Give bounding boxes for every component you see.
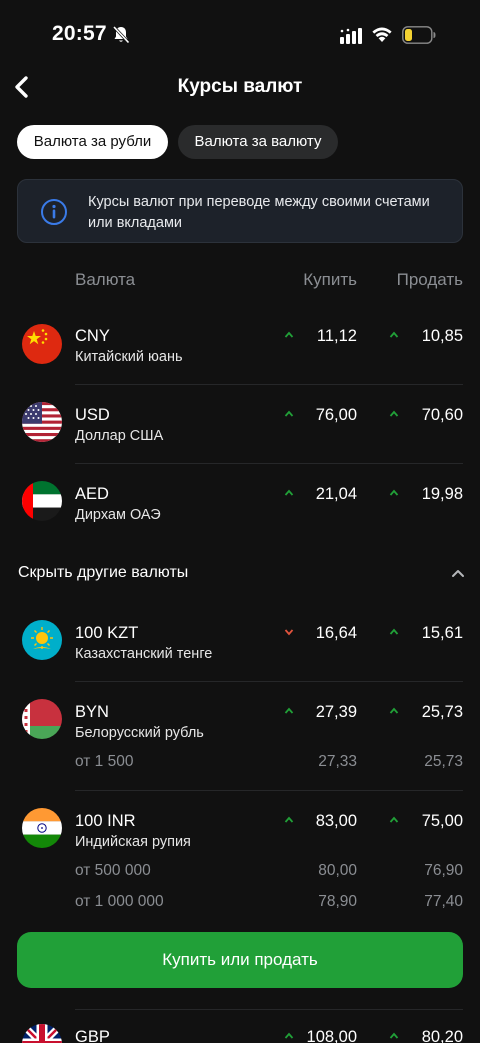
buy-rate: 27,39 [315, 703, 357, 721]
buy-rate: 21,04 [315, 485, 357, 503]
trend-up-icon [284, 331, 294, 338]
currency-name: Дирхам ОАЭ [75, 507, 161, 523]
sell-rate: 80,20 [421, 1028, 463, 1043]
currency-name: Китайский юань [75, 349, 183, 365]
column-header-buy: Купить [303, 270, 357, 289]
sell-rate: 19,98 [421, 485, 463, 503]
trend-up-icon [284, 1032, 294, 1039]
trend-up-icon [284, 489, 294, 496]
tab-currency-for-currency[interactable]: Валюта за валюту [178, 125, 338, 159]
info-icon [41, 199, 67, 225]
buy-rate: 11,12 [316, 327, 357, 345]
trend-up-icon [389, 1032, 399, 1039]
flag-uk-icon [22, 1024, 62, 1043]
sell-rate: 75,00 [421, 812, 463, 830]
trend-up-icon [389, 628, 399, 635]
flag-belarus-icon [22, 699, 62, 739]
buy-rate: 108,00 [306, 1028, 357, 1043]
hide-other-currencies-toggle[interactable]: Скрыть другие валюты [18, 564, 188, 582]
tier-buy-rate: 80,00 [318, 862, 357, 879]
signal-icon [340, 28, 362, 44]
trend-up-icon [284, 410, 294, 417]
currency-name: Доллар США [75, 428, 164, 444]
column-header-sell: Продать [396, 270, 463, 289]
wifi-icon [372, 27, 392, 42]
divider [75, 790, 463, 791]
battery-icon [402, 26, 436, 44]
tier-threshold: от 500 000 [75, 862, 151, 879]
currency-code: BYN [75, 703, 109, 721]
trend-up-icon [284, 707, 294, 714]
tier-buy-rate: 78,90 [318, 893, 357, 910]
currency-code: GBP [75, 1028, 110, 1043]
flag-uae-icon [22, 481, 62, 521]
sell-rate: 25,73 [421, 703, 463, 721]
info-banner: Курсы валют при переводе между своими сч… [17, 179, 463, 243]
trend-down-icon [284, 629, 294, 636]
currency-name: Индийская рупия [75, 834, 191, 850]
divider [75, 463, 463, 464]
divider [75, 681, 463, 682]
buy-rate: 76,00 [315, 406, 357, 424]
chevron-up-icon[interactable] [450, 566, 466, 580]
currency-code: USD [75, 406, 110, 424]
flag-usa-icon [22, 402, 62, 442]
trend-up-icon [389, 489, 399, 496]
trend-up-icon [389, 707, 399, 714]
currency-code: CNY [75, 327, 110, 345]
currency-code: 100 INR [75, 812, 136, 830]
tier-sell-rate: 25,73 [424, 753, 463, 770]
trend-up-icon [389, 331, 399, 338]
sell-rate: 70,60 [421, 406, 463, 424]
navigation-bar: Курсы валют [0, 70, 480, 104]
tier-threshold: от 1 500 [75, 753, 134, 770]
divider [75, 384, 463, 385]
sell-rate: 15,61 [421, 624, 463, 642]
status-bar: 20:57 [0, 0, 480, 70]
flag-india-icon [22, 808, 62, 848]
currency-code: 100 KZT [75, 624, 139, 642]
flag-china-icon [22, 324, 62, 364]
buy-or-sell-button[interactable]: Купить или продать [17, 932, 463, 988]
divider [75, 1009, 463, 1010]
flag-kazakhstan-icon [22, 620, 62, 660]
tier-buy-rate: 27,33 [318, 753, 357, 770]
tier-threshold: от 1 000 000 [75, 893, 164, 910]
trend-up-icon [284, 816, 294, 823]
bell-muted-icon [112, 25, 130, 44]
status-time: 20:57 [52, 22, 107, 45]
tab-currency-for-rubles[interactable]: Валюта за рубли [17, 125, 168, 159]
column-header-currency: Валюта [75, 270, 136, 289]
sell-rate: 10,85 [421, 327, 463, 345]
currency-name: Казахстанский тенге [75, 646, 213, 662]
buy-rate: 83,00 [315, 812, 357, 830]
tier-sell-rate: 77,40 [424, 893, 463, 910]
currency-code: AED [75, 485, 109, 503]
page-title: Курсы валют [177, 76, 303, 97]
tier-sell-rate: 76,90 [424, 862, 463, 879]
info-text: Курсы валют при переводе между своими сч… [88, 194, 430, 231]
trend-up-icon [389, 410, 399, 417]
trend-up-icon [389, 816, 399, 823]
currency-name: Белорусский рубль [75, 725, 204, 741]
buy-rate: 16,64 [315, 624, 357, 642]
